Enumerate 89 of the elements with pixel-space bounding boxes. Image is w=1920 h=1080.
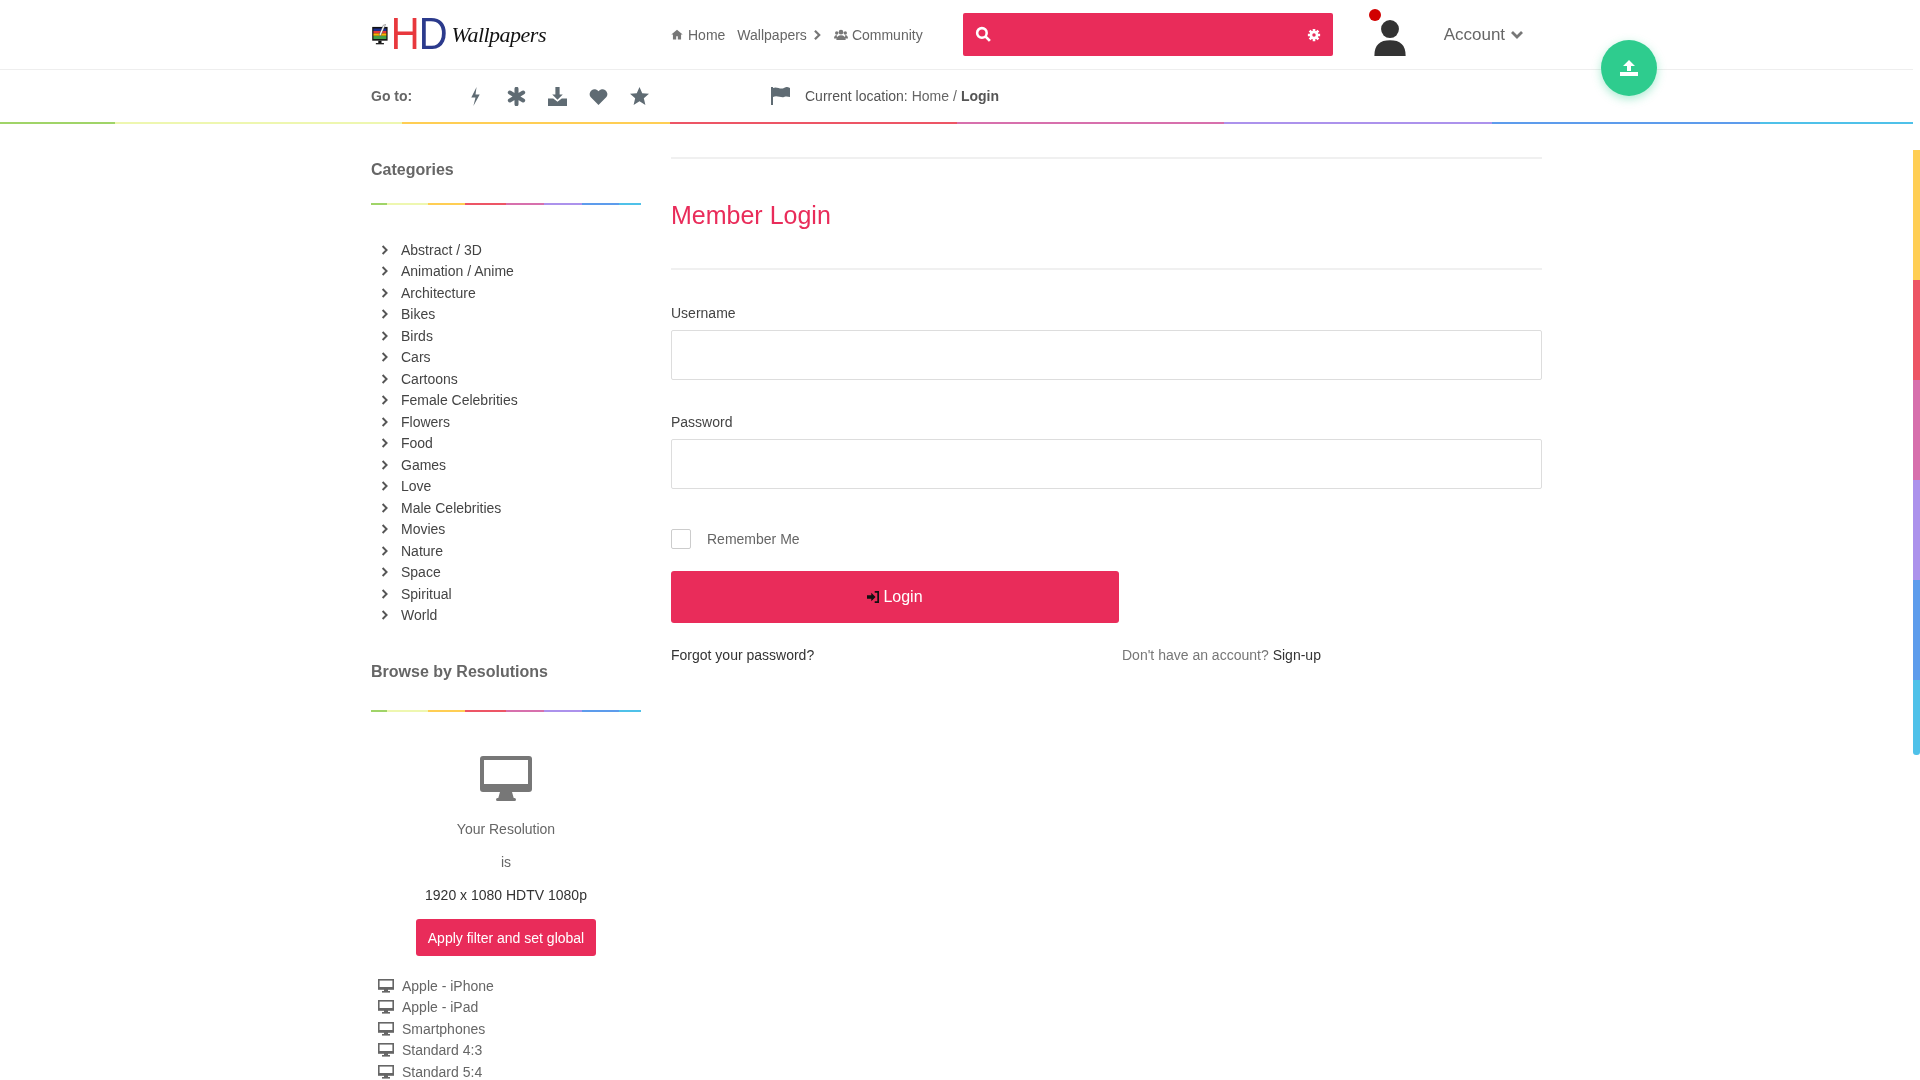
checkbox-label: Remember Me: [707, 531, 800, 547]
logo-script-text: Wallpapers: [451, 21, 546, 48]
category-link[interactable]: Movies: [381, 518, 641, 540]
resolution-link[interactable]: Standard 4:3: [378, 1039, 641, 1061]
logo-text: HD: [390, 9, 447, 60]
location-label: Current location:: [805, 88, 908, 104]
resolution-link[interactable]: Apple - iPad: [378, 996, 641, 1018]
category-link[interactable]: Architecture: [381, 282, 641, 304]
category-link[interactable]: Cars: [381, 346, 641, 368]
chevron-right-icon: [381, 501, 389, 514]
star-icon[interactable]: [630, 86, 649, 106]
category-link[interactable]: Space: [381, 561, 641, 583]
user-icon[interactable]: [1372, 18, 1407, 57]
resolution-link[interactable]: Smartphones: [378, 1018, 641, 1040]
signup-link[interactable]: Sign-up: [1272, 647, 1321, 663]
nav-link[interactable]: Wallpapers: [737, 26, 822, 43]
category-link[interactable]: Love: [381, 475, 641, 497]
chevron-right-icon: [381, 415, 389, 428]
field-label: Password: [671, 414, 734, 430]
chevron-right-icon: [381, 458, 389, 471]
chevron-down-icon: [1510, 29, 1525, 40]
category-link[interactable]: Spiritual: [381, 583, 641, 605]
breadcrumb-link[interactable]: Home: [911, 88, 950, 104]
monitor-icon: [378, 1021, 394, 1036]
apply-filter-button[interactable]: Apply filter and set global: [415, 919, 597, 956]
section-heading: Browse by Resolutions: [371, 663, 549, 681]
category-link[interactable]: Nature: [381, 540, 641, 562]
users-icon: [833, 28, 848, 41]
monitor-icon: [480, 756, 532, 802]
chevron-right-icon: [381, 609, 389, 622]
search-field[interactable]: [962, 13, 1333, 56]
chevron-right-icon: [381, 523, 389, 536]
home-icon: [670, 28, 684, 41]
password-field[interactable]: [671, 439, 1542, 489]
chevron-right-icon: [381, 437, 389, 450]
category-link[interactable]: Food: [381, 432, 641, 454]
chevron-right-icon: [381, 480, 389, 493]
nav-link[interactable]: Community: [833, 26, 923, 43]
category-link[interactable]: Birds: [381, 325, 641, 347]
upload-icon: [1620, 60, 1638, 76]
chevron-right-icon: [381, 329, 389, 342]
category-link[interactable]: Bikes: [381, 303, 641, 325]
heart-icon[interactable]: [589, 86, 608, 106]
category-link[interactable]: Abstract / 3D: [381, 239, 641, 261]
chevron-right-icon: [381, 587, 389, 600]
chevron-right-icon: [381, 308, 389, 321]
chevron-right-icon: [381, 286, 389, 299]
search-icon: [974, 26, 992, 43]
signup-prompt: Don't have an account?: [1122, 647, 1269, 663]
category-link[interactable]: Cartoons: [381, 368, 641, 390]
resolution-link[interactable]: Standard 5:4: [378, 1061, 641, 1080]
goto-label: Go to:: [371, 88, 414, 104]
category-link[interactable]: World: [381, 604, 641, 626]
section-heading: Categories: [371, 161, 455, 179]
remember-checkbox[interactable]: [671, 529, 691, 549]
resolution-link[interactable]: Apple - iPhone: [378, 975, 641, 997]
category-link[interactable]: Male Celebrities: [381, 497, 641, 519]
category-link[interactable]: Animation / Anime: [381, 260, 641, 282]
breadcrumb-separator: /: [953, 88, 957, 104]
monitor-icon: [378, 1043, 394, 1058]
chevron-right-icon: [381, 372, 389, 385]
page-title: Member Login: [671, 201, 832, 230]
download-icon[interactable]: [548, 86, 567, 106]
asterisk-icon[interactable]: [507, 86, 526, 106]
category-link[interactable]: Games: [381, 454, 641, 476]
monitor-icon: [378, 1064, 394, 1079]
monitor-icon: [378, 1000, 394, 1015]
settings-icon[interactable]: [1306, 27, 1321, 42]
sign-in-icon: [867, 591, 880, 603]
login-button[interactable]: Login: [671, 571, 1119, 623]
chevron-right-icon: [381, 351, 389, 364]
breadcrumb-current[interactable]: Login: [960, 88, 1000, 104]
category-link[interactable]: Female Celebrities: [381, 389, 641, 411]
resolution-value: 1920 x 1080 HDTV 1080p: [425, 886, 587, 905]
monitor-icon: [378, 978, 394, 993]
chevron-right-icon: [381, 243, 389, 256]
flag-icon: [771, 87, 791, 105]
field-label: Username: [671, 305, 737, 321]
chevron-right-icon: [381, 566, 389, 579]
resolution-caption: Your Resolution: [456, 820, 556, 839]
resolution-caption: is: [500, 853, 512, 872]
account-menu[interactable]: Account: [1443, 24, 1525, 45]
nav-link[interactable]: Home: [670, 26, 726, 43]
chevron-right-icon: [381, 394, 389, 407]
forgot-password-link[interactable]: Forgot your password?: [671, 647, 1122, 663]
chevron-right-icon: [381, 265, 389, 278]
category-link[interactable]: Flowers: [381, 411, 641, 433]
username-field[interactable]: [671, 330, 1542, 380]
chevron-right-icon: [381, 544, 389, 557]
